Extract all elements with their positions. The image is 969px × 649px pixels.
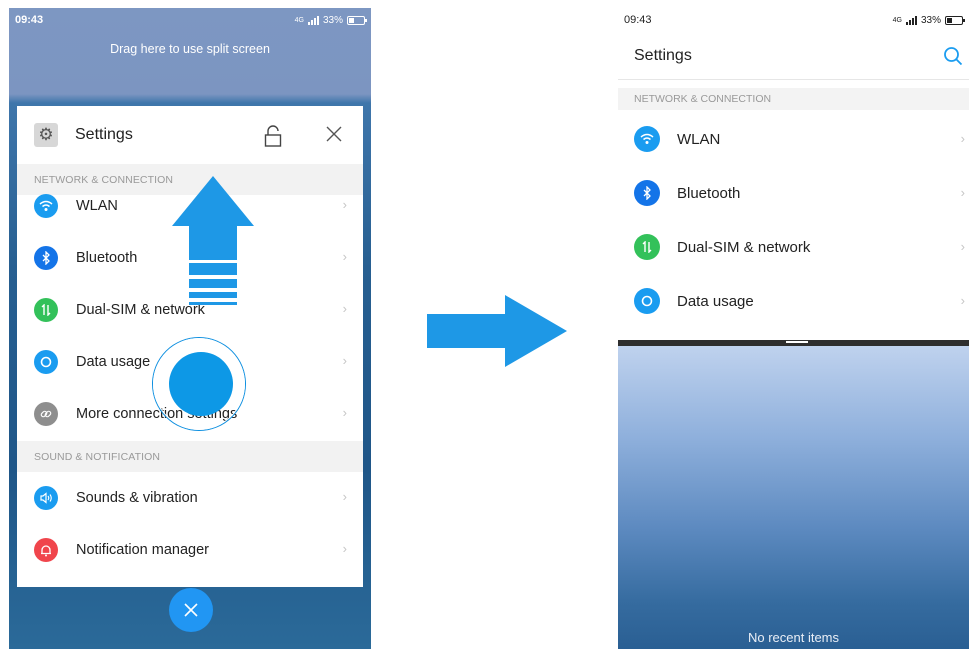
settings-app-bar: Settings [618, 32, 969, 80]
left-phone-screen: 09:43 4G 33% Drag here to use split scre… [9, 8, 371, 649]
search-icon[interactable] [943, 46, 963, 66]
data-usage-icon [34, 350, 58, 374]
close-recents-button[interactable] [169, 588, 213, 632]
swipe-up-arrow-icon [172, 176, 254, 305]
divider-handle-icon[interactable] [786, 341, 808, 343]
chevron-right-icon: › [342, 405, 347, 420]
settings-item-label: Sounds & vibration [76, 490, 198, 506]
settings-item-label: Data usage [677, 292, 754, 310]
app-card-header: ⚙ Settings [17, 106, 363, 164]
dual-sim-icon [634, 234, 660, 260]
settings-item-label: Bluetooth [677, 184, 741, 202]
wifi-icon [34, 194, 58, 218]
split-screen-drop-zone[interactable]: Drag here to use split screen [9, 42, 371, 56]
lock-icon[interactable] [264, 125, 282, 147]
page-title: Settings [634, 46, 692, 64]
data-usage-icon [634, 288, 660, 314]
settings-item-data-usage[interactable]: Data usage › [618, 274, 969, 328]
settings-item-notifications[interactable]: Notification manager › [17, 524, 363, 576]
settings-gear-icon: ⚙ [34, 123, 58, 147]
close-icon[interactable] [326, 126, 342, 142]
status-bar: 09:43 4G 33% [618, 8, 969, 32]
touch-point-icon [169, 352, 233, 416]
section-header-network: NETWORK & CONNECTION [618, 88, 969, 110]
transition-arrow-icon [427, 295, 567, 367]
settings-item-dual-sim[interactable]: Dual-SIM & network › [618, 220, 969, 274]
settings-item-label: Data usage [76, 354, 151, 370]
chevron-right-icon: › [960, 239, 965, 254]
battery-icon [347, 15, 367, 25]
network-type-icon: 4G [294, 16, 304, 24]
settings-item-sounds[interactable]: Sounds & vibration › [17, 472, 363, 524]
no-recent-items-text: No recent items [747, 630, 840, 645]
status-time: 09:43 [624, 14, 652, 26]
chevron-right-icon: › [342, 197, 347, 212]
chevron-right-icon: › [960, 131, 965, 146]
bluetooth-icon [634, 180, 660, 206]
chevron-right-icon: › [960, 185, 965, 200]
speaker-icon [34, 486, 58, 510]
section-header-sound: SOUND & NOTIFICATION [17, 441, 363, 472]
settings-item-label: Dual-SIM & network [677, 238, 811, 256]
settings-item-label: Notification manager [76, 542, 209, 558]
battery-percent: 33% [322, 14, 343, 26]
signal-icon [307, 15, 319, 25]
battery-percent: 33% [920, 14, 941, 26]
chevron-right-icon: › [342, 301, 347, 316]
settings-item-label: WLAN [76, 198, 118, 214]
dual-sim-icon [34, 298, 58, 322]
link-icon [34, 402, 58, 426]
settings-item-label: Bluetooth [76, 250, 138, 266]
battery-icon [945, 15, 965, 25]
settings-item-bluetooth[interactable]: Bluetooth › [618, 166, 969, 220]
right-phone-screen: 09:43 4G 33% Settings NETWORK & CONNECTI… [618, 8, 969, 649]
recents-pane: No recent items [618, 346, 969, 649]
signal-icon [905, 15, 917, 25]
status-bar: 09:43 4G 33% [9, 8, 371, 32]
close-icon [184, 603, 198, 617]
chevron-right-icon: › [342, 249, 347, 264]
network-type-icon: 4G [892, 16, 902, 24]
settings-item-wlan[interactable]: WLAN › [618, 112, 969, 166]
chevron-right-icon: › [342, 489, 347, 504]
settings-item-label: WLAN [677, 130, 721, 148]
bluetooth-icon [34, 246, 58, 270]
app-card-title: Settings [75, 126, 133, 143]
chevron-right-icon: › [342, 353, 347, 368]
chevron-right-icon: › [342, 541, 347, 556]
wifi-icon [634, 126, 660, 152]
settings-app-card[interactable]: ⚙ Settings NETWORK & CONNECTION WLAN › B… [17, 106, 363, 587]
status-time: 09:43 [15, 14, 44, 26]
chevron-right-icon: › [960, 293, 965, 308]
bell-icon [34, 538, 58, 562]
